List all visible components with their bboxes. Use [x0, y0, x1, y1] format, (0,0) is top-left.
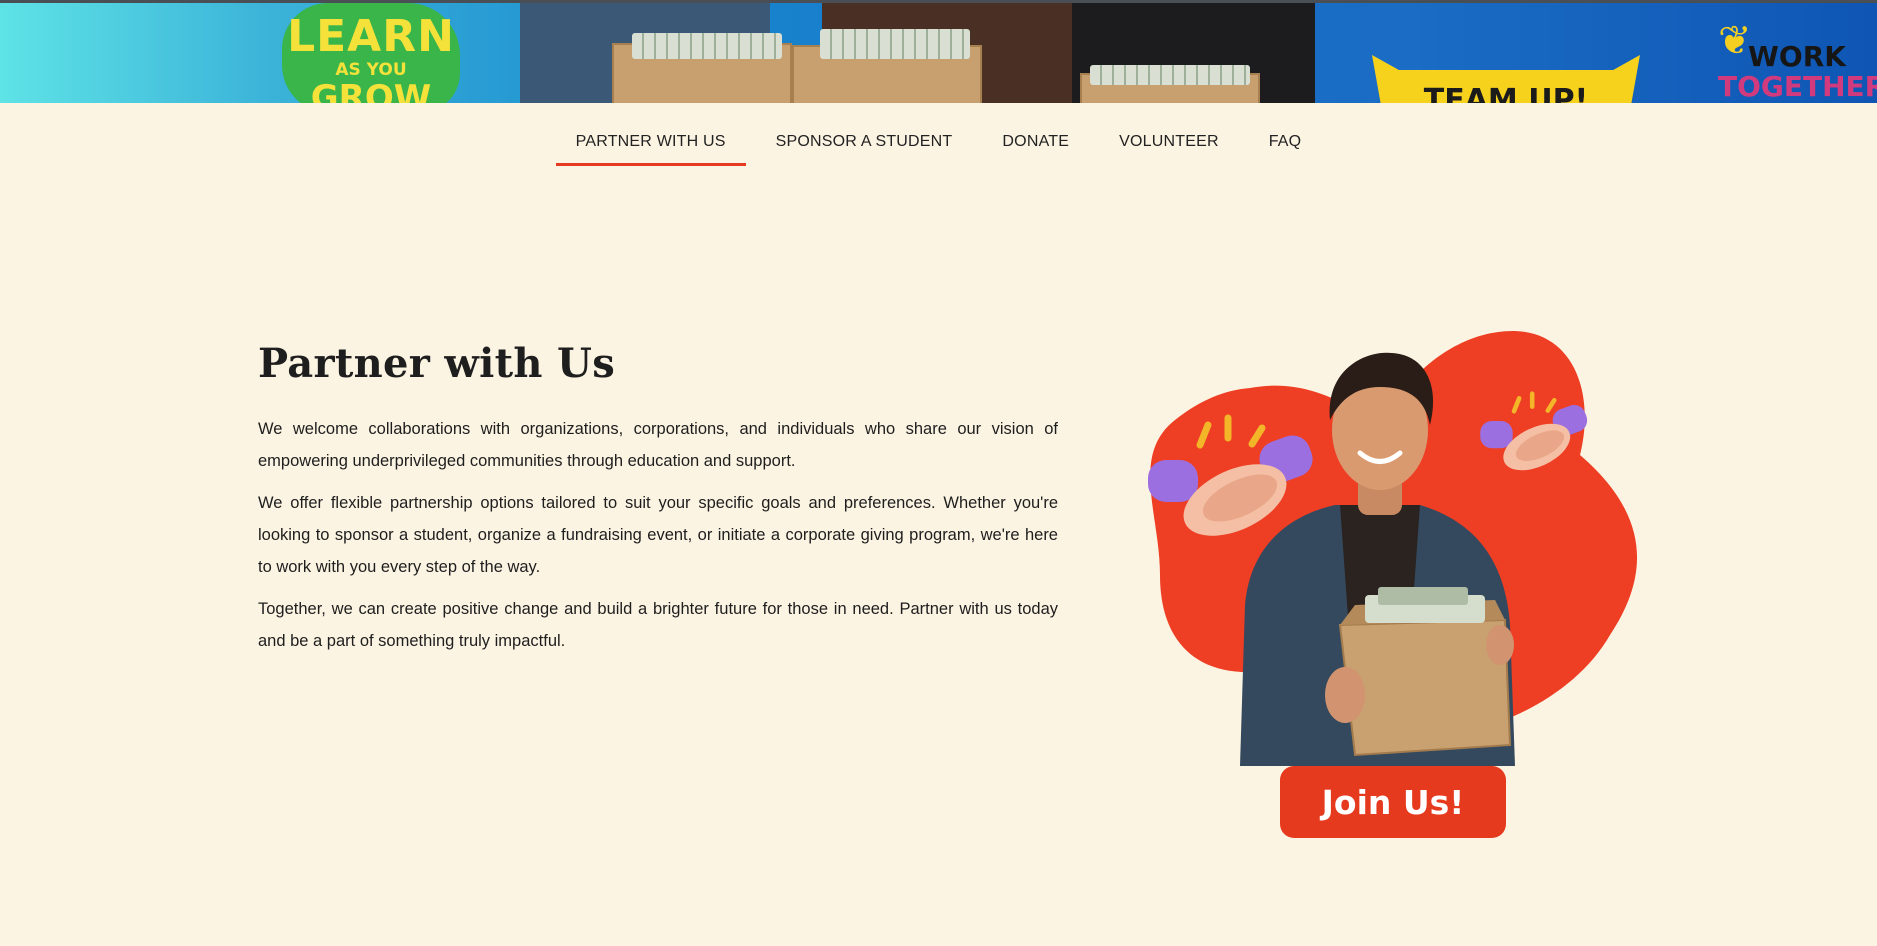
nav-item-donate[interactable]: DONATE [982, 126, 1089, 166]
team-up-sticker: TEAM UP! [1372, 55, 1640, 103]
learn-as-you-grow-sticker: LEARN AS YOU GROW [282, 3, 460, 103]
nav-item-volunteer[interactable]: VOLUNTEER [1099, 126, 1239, 166]
hero-banner: LEARN AS YOU GROW TEAM UP! ❦ WORK TOGETH… [0, 0, 1877, 103]
partner-section: Partner with Us We welcome collaboration… [258, 340, 1058, 667]
nav-item-sponsor-a-student[interactable]: SPONSOR A STUDENT [756, 126, 973, 166]
closing-paragraph: Together, we can create positive change … [258, 600, 1058, 650]
options-paragraph: We offer flexible partnership options ta… [258, 494, 1058, 576]
main-nav: PARTNER WITH US SPONSOR A STUDENT DONATE… [0, 126, 1877, 166]
join-us-button[interactable]: Join Us! [1280, 766, 1506, 838]
partner-illustration [1130, 325, 1650, 840]
page-title: Partner with Us [258, 340, 616, 387]
intro-paragraph: We welcome collaborations with organizat… [258, 420, 1058, 470]
nav-item-faq[interactable]: FAQ [1249, 126, 1322, 166]
work-together-sticker: ❦ WORK TOGETHER [1718, 18, 1877, 103]
nav-item-partner-with-us[interactable]: PARTNER WITH US [555, 126, 746, 166]
banner-photo-volunteers [520, 3, 1315, 103]
laurel-icon: ❦ [1718, 18, 1752, 64]
